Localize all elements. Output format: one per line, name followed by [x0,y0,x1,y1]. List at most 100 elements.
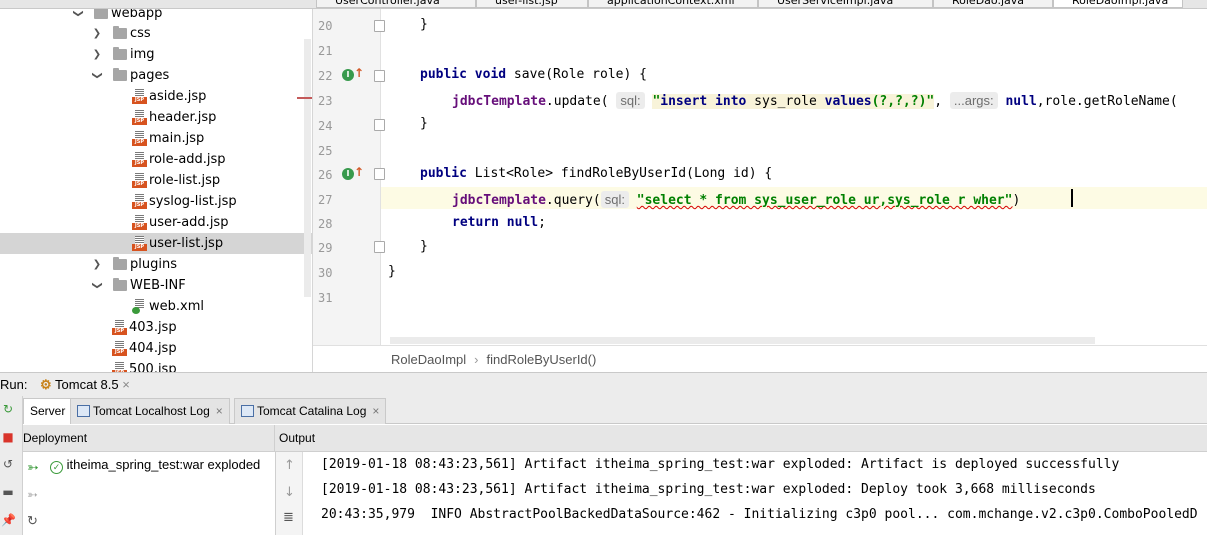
tree-item-label: web.xml [149,299,204,314]
code-line-30: } [388,264,396,279]
tree-item-404-jsp[interactable]: JSP 404.jsp [0,338,312,359]
fold-marker-icon[interactable] [374,168,385,180]
code-line-26: public List<Role> findRoleByUserId(Long … [420,166,773,181]
tree-item-aside-jsp[interactable]: JSP aside.jsp [0,86,312,107]
line-number: 23 [318,94,333,108]
line-number: 25 [318,144,333,158]
folder-icon [113,278,127,291]
deployment-item[interactable]: ✓ itheima_spring_test:war exploded [50,457,260,474]
up-arrow-icon[interactable]: ↑ [354,66,364,80]
jsp-file-icon: JSP [132,215,147,230]
tree-item-web-xml[interactable]: web.xml [0,296,312,317]
log-icon [241,405,254,417]
fold-marker-icon[interactable] [374,119,385,131]
scroll-up-icon[interactable]: ↑ [284,458,295,473]
run-config-tab[interactable]: ⚙ Tomcat 8.5 × [40,373,130,396]
editor-horizontal-scrollbar[interactable] [390,337,1095,344]
chevron-right-icon[interactable]: ❯ [91,44,103,65]
tab-tomcat-localhost-log[interactable]: Tomcat Localhost Log × [70,398,230,424]
tree-item-500-jsp[interactable]: JSP 500.jsp [0,359,312,372]
tree-item-label: header.jsp [149,110,217,125]
chevron-down-icon[interactable]: ❯ [87,70,108,82]
fold-marker-icon[interactable] [374,70,385,82]
code-line-23: jdbcTemplate.update( sql: "insert into s… [452,92,1178,109]
run-label: Run: [0,377,28,392]
jsp-file-icon: JSP [132,152,147,167]
tree-item-label: 404.jsp [129,341,177,356]
tab-tomcat-catalina-log[interactable]: Tomcat Catalina Log × [234,398,387,424]
tomcat-icon: ⚙ [40,377,52,392]
param-hint: sql: [600,191,629,208]
tree-item-label: main.jsp [149,131,205,146]
fold-marker-icon[interactable] [374,20,385,32]
editor-tab-applicationcontext[interactable]: applicationContext.xml [588,0,758,8]
pin-icon[interactable]: 📌 [1,513,16,527]
tree-item-label: syslog-list.jsp [149,194,237,209]
close-icon[interactable]: × [216,404,223,418]
server-columns-header: Deployment Output [23,425,1207,452]
tree-item-plugins[interactable]: ❯ plugins [0,254,312,275]
tree-item-role-list-jsp[interactable]: JSP role-list.jsp [0,170,312,191]
tree-item-webapp[interactable]: ❯ webapp [0,9,312,24]
fold-marker-icon[interactable] [374,241,385,253]
tree-item-pages[interactable]: ❯ pages [0,65,312,86]
deployment-header: Deployment [23,425,275,452]
tree-item-label: aside.jsp [149,89,207,104]
tree-item-label: role-list.jsp [149,173,221,188]
undeploy-icon[interactable]: ➳ [27,487,38,503]
chevron-down-icon[interactable]: ❯ [68,9,89,20]
update-icon[interactable]: ↻ [27,513,38,529]
soft-wrap-icon[interactable]: ≣ [283,510,294,525]
code-line-29: } [420,239,428,254]
console-line: [2019-01-18 08:43:23,561] Artifact ithei… [321,457,1120,472]
breadcrumb-method[interactable]: findRoleByUserId() [487,352,597,367]
tree-item-img[interactable]: ❯ img [0,44,312,65]
tree-scrollbar[interactable] [304,39,311,297]
editor-tab-userserviceimpl[interactable]: UserServiceImpl.java [758,0,933,8]
editor-tab-bar: UserController.java user-list.jsp applic… [0,0,1207,9]
rerun-icon[interactable]: ↻ [1,402,15,416]
code-line-22: public void save(Role role) { [420,67,647,82]
chevron-right-icon[interactable]: ❯ [91,254,103,275]
breadcrumb-class[interactable]: RoleDaoImpl [391,352,466,367]
chevron-right-icon[interactable]: ❯ [91,23,103,44]
tree-item-syslog-list-jsp[interactable]: JSP syslog-list.jsp [0,191,312,212]
project-tree: ❯ webapp ❯ css ❯ img ❯ pages JSP aside.j… [0,9,313,372]
scroll-down-icon[interactable]: ↓ [284,485,295,500]
line-number: 30 [318,266,333,280]
tree-item-label: user-list.jsp [149,236,224,251]
folder-icon [113,26,127,39]
tree-item-403-jsp[interactable]: JSP 403.jsp [0,317,312,338]
console-output[interactable]: [2019-01-18 08:43:23,561] Artifact ithei… [303,452,1207,535]
tab-server[interactable]: Server [23,398,73,424]
implements-method-icon[interactable]: I [342,168,354,180]
editor-tab-roledaoimpl[interactable]: RoleDaoImpl.java [1053,0,1183,8]
run-tabs: Server Tomcat Localhost Log × Tomcat Cata… [23,396,1207,424]
deploy-icon[interactable]: ➳ [27,459,39,476]
output-header: Output [279,431,316,445]
tree-item-web-inf[interactable]: ❯ WEB-INF [0,275,312,296]
tree-item-header-jsp[interactable]: JSP header.jsp [0,107,312,128]
tree-item-label: role-add.jsp [149,152,226,167]
editor-tab-roledao[interactable]: RoleDao.java [933,0,1053,8]
layout-icon[interactable]: ▬ [1,485,15,499]
tree-item-main-jsp[interactable]: JSP main.jsp [0,128,312,149]
tree-item-role-add-jsp[interactable]: JSP role-add.jsp [0,149,312,170]
tree-item-user-list-jsp[interactable]: JSP user-list.jsp [0,233,312,254]
jsp-file-icon: JSP [112,320,127,335]
refresh-icon[interactable]: ↺ [1,457,15,471]
stop-icon[interactable]: ■ [1,430,15,444]
implements-method-icon[interactable]: I [342,69,354,81]
tree-item-label: css [130,26,151,41]
tree-item-label: WEB-INF [130,278,186,293]
jsp-file-icon: JSP [132,236,147,251]
close-icon[interactable]: × [372,404,379,418]
editor-tab-user-list[interactable]: user-list.jsp [476,0,588,8]
tree-item-css[interactable]: ❯ css [0,23,312,44]
chevron-down-icon[interactable]: ❯ [87,280,108,292]
tree-item-user-add-jsp[interactable]: JSP user-add.jsp [0,212,312,233]
up-arrow-icon[interactable]: ↑ [354,165,364,179]
editor-tab-usercontroller[interactable]: UserController.java [316,0,476,8]
tree-item-label: webapp [111,9,163,21]
close-icon[interactable]: × [122,377,130,392]
